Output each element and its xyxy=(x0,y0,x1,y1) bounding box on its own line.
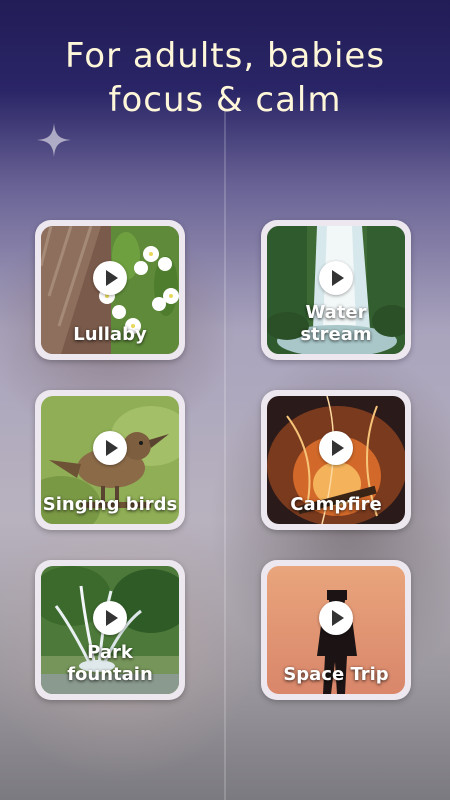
card-label: Lullaby xyxy=(73,324,147,345)
card-thumbnail: Singing birds xyxy=(41,396,179,524)
card-thumbnail: Park fountain xyxy=(41,566,179,694)
page-headline: For adults, babies focus & calm xyxy=(0,34,450,122)
background-divider xyxy=(224,110,226,800)
sound-card-campfire[interactable]: Campfire xyxy=(261,390,411,530)
sound-card-lullaby[interactable]: Lullaby xyxy=(35,220,185,360)
card-label: Park fountain xyxy=(67,642,153,685)
headline-line-2: focus & calm xyxy=(108,80,342,120)
sound-card-singing-birds[interactable]: Singing birds xyxy=(35,390,185,530)
card-thumbnail: Space Trip xyxy=(267,566,405,694)
card-thumbnail: Lullaby xyxy=(41,226,179,354)
card-label: Campfire xyxy=(290,494,382,515)
card-thumbnail: Campfire xyxy=(267,396,405,524)
headline-line-1: For adults, babies xyxy=(64,36,386,76)
sound-card-park-fountain[interactable]: Park fountain xyxy=(35,560,185,700)
card-label: Singing birds xyxy=(42,494,178,515)
card-label: Water stream xyxy=(300,302,372,345)
sound-card-water-stream[interactable]: Water stream xyxy=(261,220,411,360)
card-label: Space Trip xyxy=(283,664,389,685)
sparkle-icon xyxy=(37,123,71,157)
sound-card-space-trip[interactable]: Space Trip xyxy=(261,560,411,700)
card-thumbnail: Water stream xyxy=(267,226,405,354)
